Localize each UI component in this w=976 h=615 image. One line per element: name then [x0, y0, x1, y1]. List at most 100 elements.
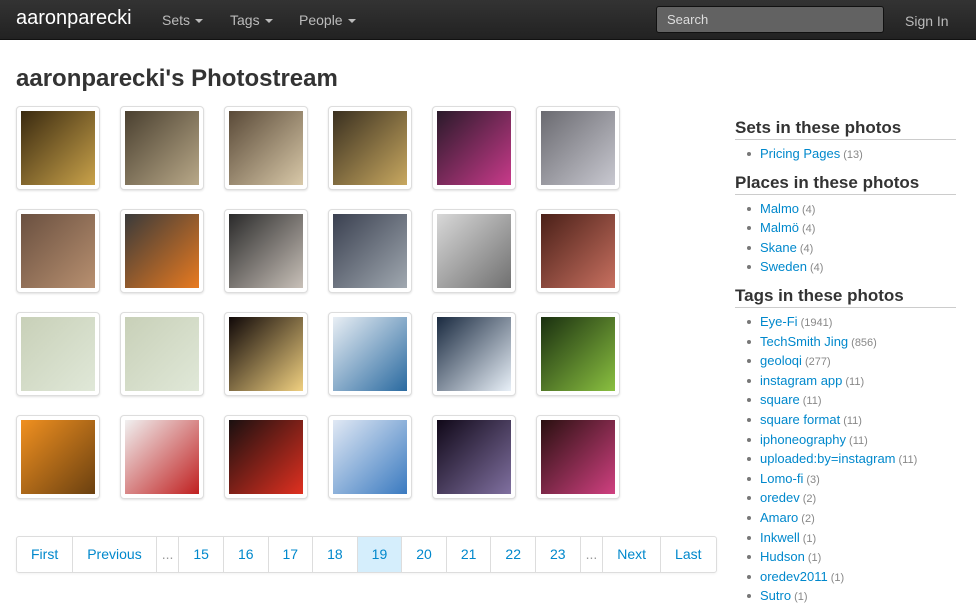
tags-item[interactable]: Lomo-fi (3): [747, 470, 956, 490]
tags-item-label[interactable]: oredev: [760, 490, 800, 505]
pagination-19[interactable]: 19: [356, 537, 402, 572]
tags-item[interactable]: instagram app (11): [747, 372, 956, 392]
places-item-label[interactable]: Malmo: [760, 201, 799, 216]
places-item[interactable]: Malmö (4): [747, 219, 956, 239]
tags-item-label[interactable]: Hudson: [760, 549, 805, 564]
photo-image: [437, 420, 511, 494]
tags-item[interactable]: Amaro (2): [747, 509, 956, 529]
tags-item[interactable]: Eye-Fi (1941): [747, 313, 956, 333]
pagination-first[interactable]: First: [17, 537, 72, 572]
search-input[interactable]: [656, 6, 884, 33]
pagination-ellipsis: ...: [579, 537, 603, 572]
photo-thumbnail[interactable]: [328, 312, 412, 396]
pagination-20[interactable]: 20: [401, 537, 446, 572]
tags-item-label[interactable]: uploaded:by=instagram: [760, 451, 896, 466]
photo-thumbnail[interactable]: [16, 312, 100, 396]
photo-thumbnail[interactable]: [432, 415, 516, 499]
photo-thumbnail[interactable]: [328, 415, 412, 499]
caret-down-icon: [264, 19, 273, 24]
tags-item-label[interactable]: Eye-Fi: [760, 314, 798, 329]
photo-thumbnail[interactable]: [536, 106, 620, 190]
photo-thumbnail[interactable]: [16, 106, 100, 190]
brand-logo[interactable]: aaronparecki: [16, 7, 132, 30]
tags-item-label[interactable]: Sutro: [760, 588, 791, 603]
pagination-18[interactable]: 18: [312, 537, 357, 572]
pagination-previous[interactable]: Previous: [72, 537, 155, 572]
photo-thumbnail[interactable]: [536, 209, 620, 293]
tags-item-label[interactable]: instagram app: [760, 373, 842, 388]
photo-thumbnail[interactable]: [224, 415, 308, 499]
photo-thumbnail[interactable]: [16, 415, 100, 499]
places-item-count: (4): [802, 203, 816, 216]
tags-item-count: (1): [830, 571, 845, 584]
photo-thumbnail[interactable]: [224, 106, 308, 190]
photo-image: [541, 420, 615, 494]
tags-item-count: (11): [849, 434, 868, 447]
places-list: Malmo (4) Malmö (4) Skane (4) Sweden (4): [747, 200, 956, 278]
photo-image: [229, 317, 303, 391]
tags-item-count: (277): [804, 356, 831, 369]
tags-item[interactable]: iphoneography (11): [747, 431, 956, 451]
caret-down-icon: [347, 19, 356, 24]
tags-item-label[interactable]: iphoneography: [760, 432, 846, 447]
tags-item[interactable]: Hudson (1): [747, 548, 956, 568]
photo-thumbnail[interactable]: [120, 312, 204, 396]
tags-item[interactable]: uploaded:by=instagram (11): [747, 450, 956, 470]
tags-heading: Tags in these photos: [735, 286, 956, 308]
pagination-23[interactable]: 23: [534, 537, 580, 572]
tags-item-label[interactable]: TechSmith Jing: [760, 334, 848, 349]
places-item-label[interactable]: Sweden: [760, 259, 807, 274]
photo-thumbnail[interactable]: [16, 209, 100, 293]
tags-item[interactable]: square (11): [747, 391, 956, 411]
tags-item-label[interactable]: Amaro: [760, 510, 798, 525]
tags-item-label[interactable]: Inkwell: [760, 530, 800, 545]
photo-thumbnail[interactable]: [432, 209, 516, 293]
nav-tags-dropdown[interactable]: Tags: [230, 12, 273, 28]
photo-thumbnail[interactable]: [120, 106, 204, 190]
tags-item-label[interactable]: Lomo-fi: [760, 471, 803, 486]
photo-thumbnail[interactable]: [120, 209, 204, 293]
tags-item[interactable]: oredev (2): [747, 489, 956, 509]
pagination-16[interactable]: 16: [222, 537, 268, 572]
pagination-next[interactable]: Next: [602, 537, 660, 572]
photo-image: [125, 420, 199, 494]
photo-image: [21, 111, 95, 185]
places-item-label[interactable]: Skane: [760, 240, 797, 255]
places-item-label[interactable]: Malmö: [760, 220, 799, 235]
tags-item-label[interactable]: geoloqi: [760, 353, 802, 368]
pagination-17[interactable]: 17: [267, 537, 313, 572]
tags-item[interactable]: Sutro (1): [747, 587, 956, 607]
nav-people-dropdown[interactable]: People: [299, 12, 356, 28]
photo-thumbnail[interactable]: [432, 312, 516, 396]
places-item[interactable]: Sweden (4): [747, 258, 956, 278]
tags-item-count: (11): [802, 395, 822, 408]
photo-thumbnail[interactable]: [224, 312, 308, 396]
photo-thumbnail[interactable]: [328, 106, 412, 190]
photo-thumbnail[interactable]: [536, 312, 620, 396]
tags-item-label[interactable]: square format: [760, 412, 840, 427]
tags-item-label[interactable]: square: [760, 392, 800, 407]
tags-item[interactable]: square format (11): [747, 411, 956, 431]
tags-item[interactable]: oredev2011 (1): [747, 568, 956, 588]
tags-item[interactable]: TechSmith Jing (856): [747, 333, 956, 353]
places-item[interactable]: Skane (4): [747, 239, 956, 259]
places-heading: Places in these photos: [735, 173, 956, 195]
tags-item[interactable]: geoloqi (277): [747, 352, 956, 372]
photo-thumbnail[interactable]: [432, 106, 516, 190]
photo-thumbnail[interactable]: [328, 209, 412, 293]
photo-thumbnail[interactable]: [536, 415, 620, 499]
sign-in-link[interactable]: Sign In: [905, 13, 949, 29]
tags-item-label[interactable]: oredev2011: [760, 569, 828, 584]
sets-item-count: (13): [843, 149, 863, 161]
places-item[interactable]: Malmo (4): [747, 200, 956, 220]
photo-thumbnail[interactable]: [120, 415, 204, 499]
tags-item[interactable]: Inkwell (1): [747, 529, 956, 549]
sets-item[interactable]: Pricing Pages (13): [747, 145, 956, 165]
pagination-last[interactable]: Last: [660, 537, 715, 572]
pagination-21[interactable]: 21: [445, 537, 491, 572]
pagination-22[interactable]: 22: [490, 537, 535, 572]
photo-thumbnail[interactable]: [224, 209, 308, 293]
pagination-15[interactable]: 15: [178, 537, 223, 572]
nav-sets-dropdown[interactable]: Sets: [162, 12, 204, 28]
sets-item-label[interactable]: Pricing Pages: [760, 146, 840, 161]
